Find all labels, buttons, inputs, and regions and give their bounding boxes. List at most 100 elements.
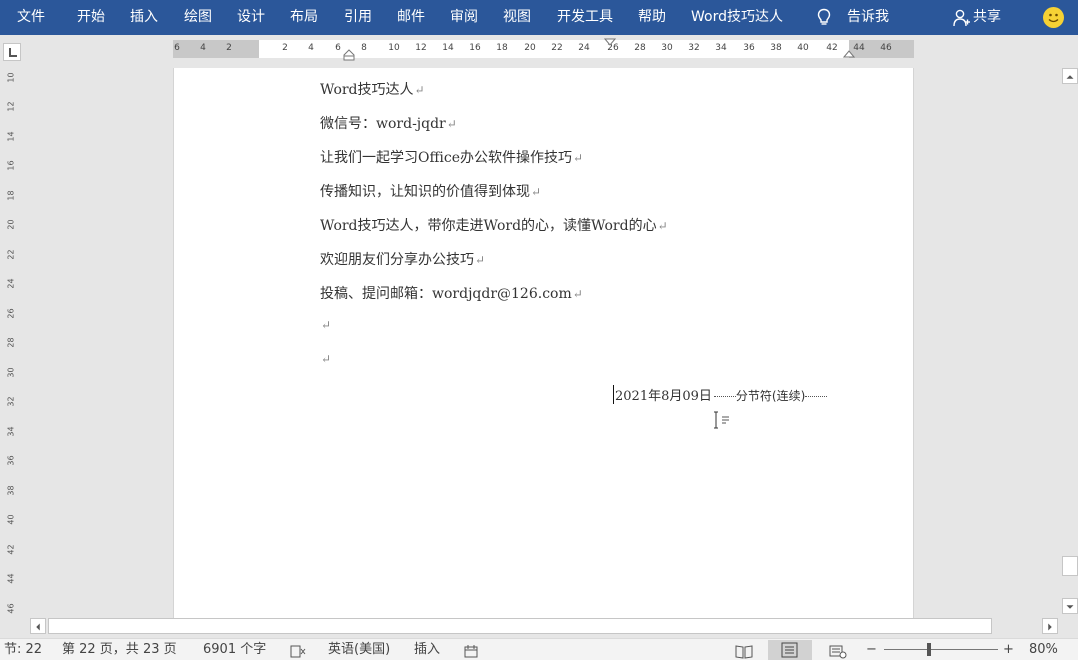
vruler-number: 44 bbox=[6, 573, 16, 584]
vruler-number: 18 bbox=[6, 190, 16, 201]
lightbulb-icon[interactable] bbox=[816, 8, 832, 27]
print-layout-view-button[interactable] bbox=[768, 640, 812, 660]
tab-word-tips[interactable]: Word技巧达人 bbox=[691, 0, 783, 35]
vertical-ruler[interactable]: 10 12 14 16 18 20 22 24 26 28 30 32 34 3… bbox=[0, 65, 22, 635]
vruler-number: 32 bbox=[6, 396, 16, 407]
zoom-slider-thumb[interactable] bbox=[927, 643, 931, 656]
document-paragraph[interactable]: 传播知识，让知识的价值得到体现↵ bbox=[320, 181, 541, 201]
vertical-scrollbar[interactable] bbox=[1062, 68, 1078, 616]
zoom-in-button[interactable]: + bbox=[1003, 641, 1014, 659]
vertical-scroll-thumb[interactable] bbox=[1062, 556, 1078, 576]
ruler-number: 14 bbox=[442, 43, 454, 53]
ruler-number: 2 bbox=[226, 43, 232, 53]
ruler-number: 30 bbox=[661, 43, 673, 53]
document-paragraph[interactable]: 微信号：word-jqdr↵ bbox=[320, 113, 457, 133]
paragraph-text: Word技巧达人，带你走进Word的心，读懂Word的心 bbox=[320, 218, 657, 234]
section-break-marker: 分节符(连续) bbox=[713, 389, 828, 403]
tab-layout[interactable]: 布局 bbox=[290, 0, 318, 35]
web-layout-icon[interactable] bbox=[829, 643, 847, 660]
ruler-number: 32 bbox=[688, 43, 700, 53]
document-page[interactable]: Word技巧达人↵ 微信号：word-jqdr↵ 让我们一起学习Office办公… bbox=[173, 68, 914, 618]
insert-mode-indicator[interactable]: 插入 bbox=[414, 641, 440, 659]
paragraph-mark-icon: ↵ bbox=[572, 287, 583, 301]
vruler-number: 24 bbox=[6, 278, 16, 289]
ruler-number: 6 bbox=[335, 43, 341, 53]
tab-references[interactable]: 引用 bbox=[344, 0, 372, 35]
proofing-icon[interactable] bbox=[290, 643, 306, 660]
vruler-number: 10 bbox=[6, 72, 16, 83]
date-paragraph[interactable]: 2021年8月09日 分节符(连续) bbox=[613, 385, 828, 404]
vruler-number: 40 bbox=[6, 514, 16, 525]
ruler-number: 10 bbox=[388, 43, 400, 53]
horizontal-scrollbar[interactable] bbox=[30, 618, 1060, 634]
right-indent-marker-icon[interactable] bbox=[843, 50, 855, 58]
section-break-dots bbox=[805, 396, 828, 397]
vruler-number: 22 bbox=[6, 249, 16, 260]
tab-mailings[interactable]: 邮件 bbox=[397, 0, 425, 35]
page-indicator[interactable]: 第 22 页，共 23 页 bbox=[62, 641, 177, 659]
smiley-feedback-icon[interactable] bbox=[1043, 7, 1064, 28]
tab-insert[interactable]: 插入 bbox=[130, 0, 158, 35]
ruler-number: 6 bbox=[174, 43, 180, 53]
macro-record-icon[interactable] bbox=[464, 643, 478, 660]
document-paragraph[interactable]: Word技巧达人，带你走进Word的心，读懂Word的心↵ bbox=[320, 215, 668, 235]
tab-view[interactable]: 视图 bbox=[503, 0, 531, 35]
document-paragraph[interactable]: Word技巧达人↵ bbox=[320, 79, 425, 99]
tab-help[interactable]: 帮助 bbox=[638, 0, 666, 35]
first-line-indent-marker-icon[interactable] bbox=[604, 38, 616, 46]
paragraph-mark-icon: ↵ bbox=[657, 219, 668, 233]
paragraph-text: 投稿、提问邮箱：wordjqdr@126.com bbox=[320, 286, 572, 302]
section-indicator[interactable]: 节: 22 bbox=[4, 641, 42, 659]
text-cursor-icon bbox=[714, 411, 729, 429]
ruler-number: 24 bbox=[578, 43, 590, 53]
vruler-number: 26 bbox=[6, 308, 16, 319]
scroll-down-button[interactable] bbox=[1062, 598, 1078, 614]
tab-stop-selector[interactable] bbox=[3, 43, 21, 61]
paragraph-mark-icon: ↵ bbox=[573, 151, 584, 165]
tab-design[interactable]: 设计 bbox=[237, 0, 265, 35]
document-paragraph[interactable]: 欢迎朋友们分享办公技巧↵ bbox=[320, 249, 485, 269]
document-paragraph[interactable]: 投稿、提问邮箱：wordjqdr@126.com↵ bbox=[320, 283, 583, 303]
paragraph-mark-icon: ↵ bbox=[446, 117, 457, 131]
zoom-level[interactable]: 80% bbox=[1029, 641, 1058, 659]
paragraph-text: 传播知识，让知识的价值得到体现 bbox=[320, 184, 530, 200]
share-button[interactable]: 共享 bbox=[973, 0, 1001, 35]
paragraph-mark-icon: ↵ bbox=[475, 253, 486, 267]
ruler-number: 20 bbox=[524, 43, 536, 53]
word-count[interactable]: 6901 个字 bbox=[203, 641, 266, 659]
tab-review[interactable]: 审阅 bbox=[450, 0, 478, 35]
document-paragraph[interactable]: ↵ bbox=[320, 351, 331, 367]
language-indicator[interactable]: 英语(美国) bbox=[328, 641, 390, 659]
tell-me-label[interactable]: 告诉我 bbox=[847, 0, 889, 35]
tab-draw[interactable]: 绘图 bbox=[184, 0, 212, 35]
zoom-slider[interactable] bbox=[884, 649, 998, 650]
horizontal-scroll-thumb[interactable] bbox=[48, 618, 992, 634]
status-bar: 节: 22 第 22 页，共 23 页 6901 个字 英语(美国) 插入 − … bbox=[0, 638, 1078, 660]
vruler-number: 20 bbox=[6, 219, 16, 230]
read-mode-icon[interactable] bbox=[735, 643, 753, 660]
vruler-number: 30 bbox=[6, 367, 16, 378]
horizontal-ruler[interactable]: 6 4 2 2 4 6 8 10 12 14 16 18 20 22 24 26… bbox=[173, 38, 914, 61]
document-paragraph[interactable]: ↵ bbox=[320, 317, 331, 333]
ruler-number: 40 bbox=[797, 43, 809, 53]
ruler-number: 28 bbox=[634, 43, 646, 53]
vruler-number: 46 bbox=[6, 603, 16, 614]
paragraph-text: 欢迎朋友们分享办公技巧 bbox=[320, 252, 474, 268]
left-indent-marker-icon[interactable] bbox=[343, 49, 355, 61]
scroll-left-button[interactable] bbox=[30, 618, 46, 634]
tab-home[interactable]: 开始 bbox=[77, 0, 105, 35]
person-share-icon[interactable] bbox=[953, 9, 971, 27]
tab-file[interactable]: 文件 bbox=[17, 0, 45, 35]
scroll-right-button[interactable] bbox=[1042, 618, 1058, 634]
document-paragraph[interactable]: 让我们一起学习Office办公软件操作技巧↵ bbox=[320, 147, 583, 167]
vruler-number: 12 bbox=[6, 101, 16, 112]
vruler-number: 34 bbox=[6, 426, 16, 437]
date-text: 2021年8月09日 bbox=[615, 389, 712, 404]
scroll-up-button[interactable] bbox=[1062, 68, 1078, 84]
zoom-out-button[interactable]: − bbox=[866, 641, 877, 659]
ruler-bar: 6 4 2 2 4 6 8 10 12 14 16 18 20 22 24 26… bbox=[0, 35, 1078, 65]
tab-developer[interactable]: 开发工具 bbox=[557, 0, 613, 35]
paragraph-mark-icon: ↵ bbox=[414, 83, 425, 97]
ruler-number: 18 bbox=[496, 43, 508, 53]
ruler-number: 16 bbox=[469, 43, 481, 53]
